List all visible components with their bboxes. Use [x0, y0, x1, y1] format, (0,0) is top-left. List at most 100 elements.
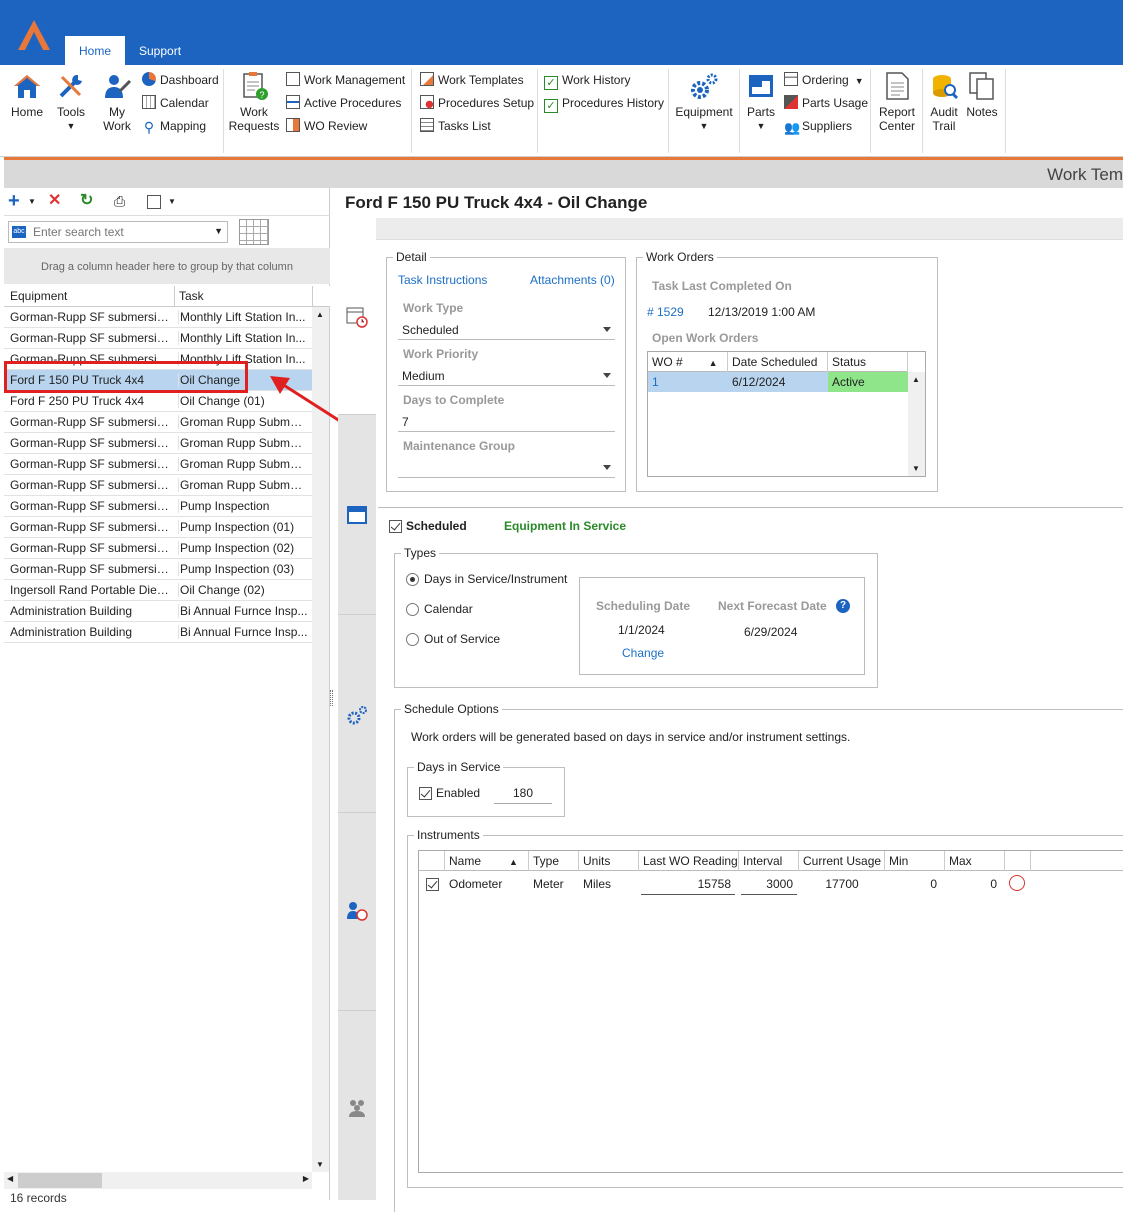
scheduled-checkbox[interactable]: [389, 520, 402, 533]
procedures-setup-button[interactable]: Procedures Setup: [420, 94, 534, 114]
table-row[interactable]: Gorman-Rupp SF submersib... Monthly Lift …: [4, 307, 312, 328]
export-icon[interactable]: [147, 195, 161, 209]
column-header-name[interactable]: Name ▲: [445, 851, 529, 871]
days-to-complete-input[interactable]: 7: [398, 412, 615, 432]
tab-home[interactable]: Home: [65, 36, 125, 65]
column-header-status[interactable]: Status: [828, 352, 908, 372]
work-history-button[interactable]: ✓ Work History: [544, 71, 630, 91]
table-row[interactable]: 1 6/12/2024 Active: [648, 372, 908, 392]
days-in-service-input[interactable]: 180: [494, 784, 552, 804]
export-dropdown-icon[interactable]: ▼: [168, 193, 186, 211]
scroll-right-icon[interactable]: ▶: [303, 1174, 309, 1183]
table-row[interactable]: Gorman-Rupp SF submersib... Monthly Lift …: [4, 328, 312, 349]
notes-button[interactable]: Notes: [962, 71, 1002, 119]
table-row[interactable]: Gorman-Rupp SF submersib... Groman Rupp S…: [4, 475, 312, 496]
work-priority-dropdown[interactable]: Medium: [398, 366, 615, 386]
help-icon[interactable]: ?: [836, 599, 850, 613]
column-header-date[interactable]: Date Scheduled: [728, 352, 828, 372]
enabled-checkbox[interactable]: [419, 787, 432, 800]
tools-button[interactable]: Tools ▼: [52, 71, 90, 133]
column-header-last-reading[interactable]: Last WO Reading: [639, 851, 739, 871]
active-procedures-button[interactable]: Active Procedures: [286, 94, 401, 114]
table-row[interactable]: Gorman-Rupp SF submersib... Pump Inspecti…: [4, 517, 312, 538]
tab-support[interactable]: Support: [125, 36, 195, 65]
parts-button[interactable]: Parts ▼: [744, 71, 778, 133]
table-row[interactable]: Ingersoll Rand Portable Dies... Oil Chang…: [4, 580, 312, 601]
table-row[interactable]: Gorman-Rupp SF submersib... Pump Inspecti…: [4, 538, 312, 559]
instrument-checkbox[interactable]: [426, 878, 439, 891]
add-icon[interactable]: +: [8, 191, 26, 211]
cell-interval-input[interactable]: 3000: [741, 873, 797, 895]
column-header-current-usage[interactable]: Current Usage: [799, 851, 885, 871]
scroll-down-icon[interactable]: ▼: [912, 464, 920, 473]
cell-task: Bi Annual Furnce Insp...: [178, 604, 308, 618]
column-header-task[interactable]: Task: [179, 289, 204, 303]
scroll-thumb[interactable]: [18, 1173, 102, 1188]
my-work-button[interactable]: My Work: [96, 71, 138, 133]
refresh-icon[interactable]: ↻: [80, 193, 98, 211]
equipment-button[interactable]: Equipment ▼: [672, 71, 736, 133]
parts-usage-button[interactable]: Parts Usage: [784, 94, 868, 114]
delete-icon[interactable]: ✕: [48, 193, 66, 211]
users-icon[interactable]: [346, 1096, 368, 1118]
add-dropdown-icon[interactable]: ▼: [28, 193, 46, 211]
work-management-button[interactable]: Work Management: [286, 71, 405, 91]
table-row[interactable]: Gorman-Rupp SF submersib... Groman Rupp S…: [4, 454, 312, 475]
scroll-up-icon[interactable]: ▲: [316, 310, 324, 319]
search-input[interactable]: [31, 224, 211, 240]
mapping-button[interactable]: ⚲ Mapping: [142, 117, 206, 137]
attachments-link[interactable]: Attachments (0): [530, 273, 615, 287]
home-button[interactable]: Home: [8, 71, 46, 119]
last-wo-link[interactable]: # 1529: [647, 305, 684, 319]
column-header-wo[interactable]: WO # ▲: [648, 352, 728, 372]
maintenance-group-dropdown[interactable]: [398, 458, 615, 478]
out-of-service-radio[interactable]: [406, 633, 419, 646]
column-chooser-icon[interactable]: [239, 219, 269, 245]
report-center-button[interactable]: Report Center: [874, 71, 920, 133]
scroll-down-icon[interactable]: ▼: [316, 1160, 324, 1169]
user-clock-icon[interactable]: [346, 900, 368, 922]
days-to-complete-label: Days to Complete: [403, 393, 505, 407]
procedures-history-button[interactable]: ✓ Procedures History: [544, 94, 664, 114]
vertical-scrollbar[interactable]: ▲ ▼: [908, 372, 925, 476]
column-header-min[interactable]: Min: [885, 851, 945, 871]
horizontal-scrollbar[interactable]: ◀ ▶: [4, 1172, 312, 1189]
window-icon[interactable]: [346, 504, 368, 526]
scroll-up-icon[interactable]: ▲: [912, 375, 920, 384]
table-row[interactable]: Odometer Meter Miles 15758 3000 17700 0 0: [419, 873, 1039, 897]
scroll-left-icon[interactable]: ◀: [7, 1174, 13, 1183]
task-instructions-link[interactable]: Task Instructions: [398, 273, 487, 287]
column-header-units[interactable]: Units: [579, 851, 639, 871]
dashboard-button[interactable]: Dashboard: [142, 71, 219, 91]
table-row[interactable]: Gorman-Rupp SF submersib... Groman Rupp S…: [4, 433, 312, 454]
calendar-radio[interactable]: [406, 603, 419, 616]
ordering-button[interactable]: Ordering ▼: [784, 71, 864, 91]
work-templates-button[interactable]: Work Templates: [420, 71, 524, 91]
column-header-interval[interactable]: Interval: [739, 851, 799, 871]
days-in-service-radio[interactable]: [406, 573, 419, 586]
audit-trail-button[interactable]: Audit Trail: [926, 71, 962, 133]
column-header-equipment[interactable]: Equipment: [10, 289, 67, 303]
change-link[interactable]: Change: [622, 646, 664, 660]
search-dropdown-icon[interactable]: ▼: [214, 226, 223, 236]
table-row[interactable]: Administration Building Bi Annual Furnce …: [4, 601, 312, 622]
table-row[interactable]: Gorman-Rupp SF submersib... Pump Inspecti…: [4, 496, 312, 517]
table-row[interactable]: Administration Building Bi Annual Furnce …: [4, 622, 312, 643]
reset-clock-icon[interactable]: [1009, 875, 1025, 891]
search-box[interactable]: abc ▼: [8, 221, 228, 243]
column-header-max[interactable]: Max: [945, 851, 1005, 871]
schedule-calendar-icon[interactable]: [346, 306, 368, 328]
work-requests-button[interactable]: ? Work Requests: [228, 71, 280, 133]
splitter-handle[interactable]: [330, 690, 333, 706]
vertical-scrollbar[interactable]: ▲ ▼: [312, 307, 329, 1172]
suppliers-button[interactable]: 👥 Suppliers: [784, 117, 852, 137]
print-icon[interactable]: ⎙: [114, 193, 132, 211]
tasks-list-button[interactable]: Tasks List: [420, 117, 491, 137]
table-row[interactable]: Gorman-Rupp SF submersib... Pump Inspecti…: [4, 559, 312, 580]
gears-icon[interactable]: [346, 704, 368, 726]
column-header-type[interactable]: Type: [529, 851, 579, 871]
wo-review-button[interactable]: WO Review: [286, 117, 367, 137]
cell-last-reading-input[interactable]: 15758: [641, 873, 735, 895]
work-type-dropdown[interactable]: Scheduled: [398, 320, 615, 340]
calendar-button[interactable]: Calendar: [142, 94, 209, 114]
